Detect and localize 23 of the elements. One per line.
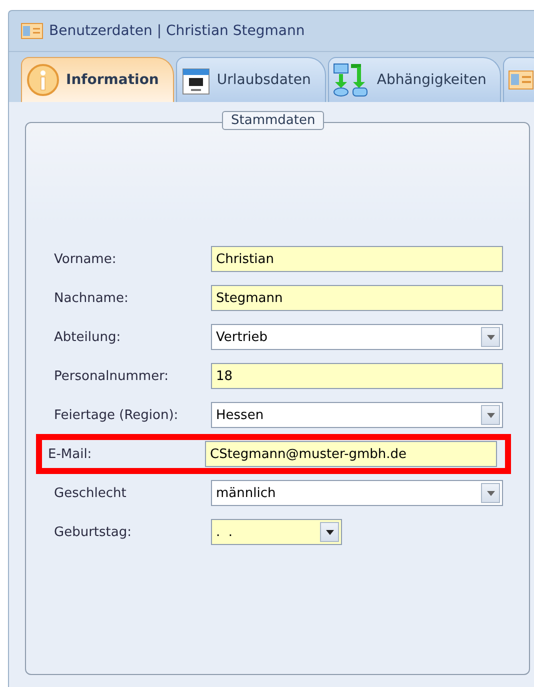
input-field[interactable]: Christian (211, 246, 503, 272)
field-label: Personalnummer: (54, 368, 170, 384)
field-label: Feiertage (Region): (54, 408, 180, 422)
contact-card-icon (21, 23, 43, 39)
tab[interactable]: Information (21, 57, 174, 102)
input-field[interactable]: CStegmann@muster-gmbh.de (205, 441, 497, 467)
info-icon (26, 63, 60, 97)
dropdown[interactable]: Hessen (211, 402, 503, 428)
field-label: Vorname: (54, 252, 118, 266)
tab[interactable]: Urlaubsdaten (176, 57, 326, 102)
window-title: Benutzerdaten | Christian Stegmann (49, 23, 305, 39)
field-label: Nachname: (54, 290, 130, 306)
field-label: Geschlecht (54, 486, 128, 500)
tab[interactable]: Abhängigkeiten (328, 57, 502, 102)
dropdown[interactable]: Vertrieb (211, 324, 503, 350)
dropdown[interactable]: männlich (211, 480, 503, 506)
field-label: Abteilung: (54, 330, 122, 344)
group-title: Stammdaten (222, 111, 324, 130)
field-label: E-Mail: (48, 446, 93, 462)
date-field[interactable]: . . (211, 519, 342, 545)
input-field[interactable]: Stegmann (211, 285, 503, 311)
field-label: Geburtstag: (54, 524, 132, 540)
input-field[interactable]: 18 (211, 363, 503, 389)
